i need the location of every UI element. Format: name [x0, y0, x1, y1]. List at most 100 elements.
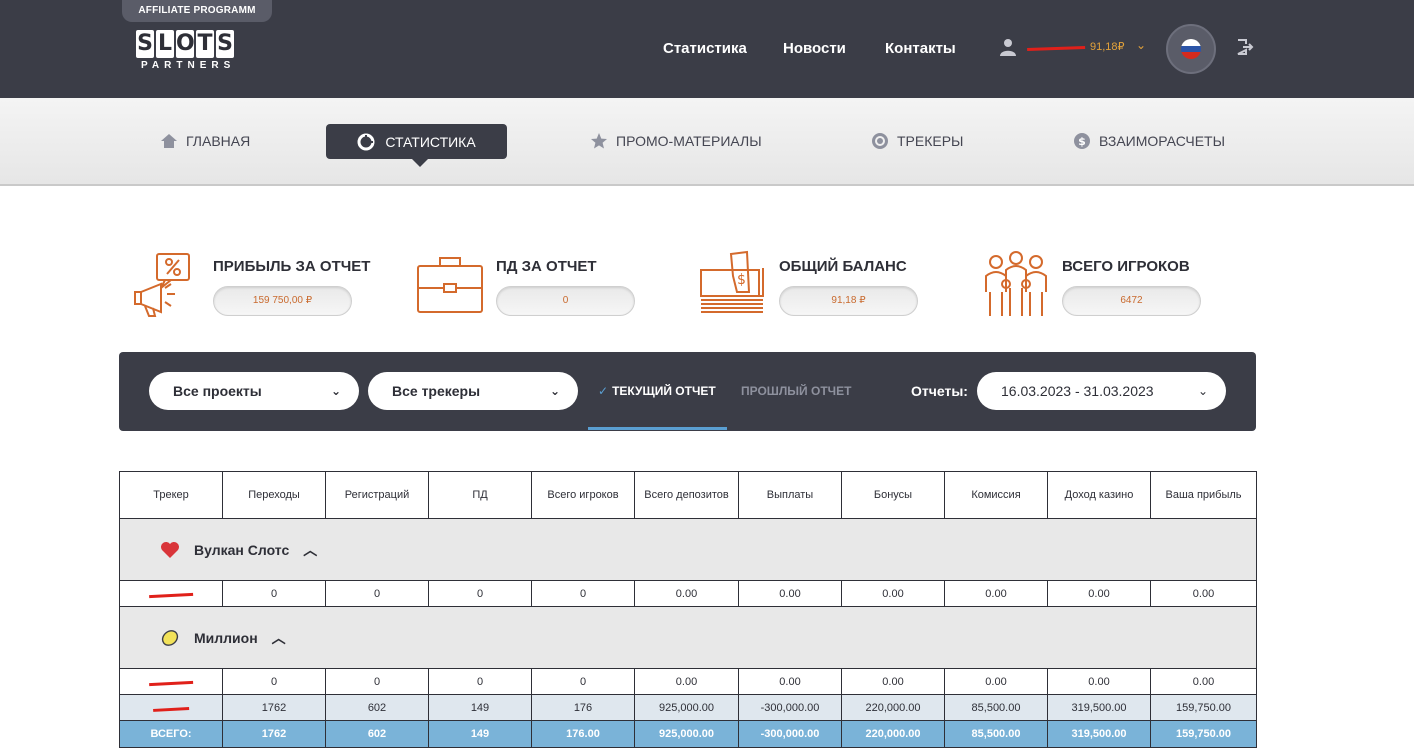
group-row[interactable]: Вулкан Слотс ︿ — [119, 518, 1257, 581]
column-header: Доход казино — [1047, 471, 1151, 519]
user-balance[interactable]: 91,18₽ — [1090, 40, 1125, 53]
total-cell: 1762 — [222, 720, 326, 748]
table-cell: 0.00 — [1150, 580, 1257, 607]
table-cell: 602 — [325, 694, 429, 721]
tab-statistics[interactable]: СТАТИСТИКА — [326, 124, 507, 167]
table-cell: 0 — [531, 580, 635, 607]
top-header: AFFILIATE PROGRAMM S L O T S PARTNERS Ст… — [0, 0, 1414, 98]
table-cell: 85,500.00 — [944, 694, 1048, 721]
total-cell: 176.00 — [531, 720, 635, 748]
card-players-title: ВСЕГО ИГРОКОВ — [1062, 258, 1190, 275]
nav-statistics[interactable]: Статистика — [663, 40, 747, 57]
table-cell: 319,500.00 — [1047, 694, 1151, 721]
total-cell: 925,000.00 — [634, 720, 739, 748]
table-cell: 0.00 — [634, 668, 739, 695]
group-cell[interactable]: Миллион ︿ — [119, 606, 1257, 669]
stats-table: Трекер Переходы Регистраций ПД Всего игр… — [119, 471, 1257, 748]
total-cell: -300,000.00 — [738, 720, 842, 748]
table-row: 0 0 0 0 0.00 0.00 0.00 0.00 0.00 0.00 — [119, 580, 1257, 607]
card-balance-value: 91,18 ₽ — [779, 286, 918, 316]
group-name: Вулкан Слотс — [194, 541, 290, 558]
table-cell: 0 — [325, 580, 429, 607]
check-icon: ✓ — [598, 384, 609, 398]
logo-subtitle: PARTNERS — [141, 60, 236, 71]
trackers-select[interactable]: Все трекеры ⌄ — [368, 372, 578, 410]
russia-flag-icon — [1181, 39, 1201, 59]
total-cell: 319,500.00 — [1047, 720, 1151, 748]
affiliate-tab[interactable]: AFFILIATE PROGRAMM — [122, 0, 272, 22]
svg-text:$: $ — [1078, 135, 1086, 148]
chevron-down-icon: ⌄ — [549, 384, 560, 398]
table-header-row: Трекер Переходы Регистраций ПД Всего игр… — [119, 471, 1257, 519]
date-range-select[interactable]: 16.03.2023 - 31.03.2023 ⌄ — [977, 372, 1226, 410]
chevron-up-icon[interactable]: ︿ — [303, 540, 317, 560]
nav-contacts[interactable]: Контакты — [885, 40, 956, 57]
table-cell: 0 — [428, 580, 532, 607]
group-row[interactable]: Миллион ︿ — [119, 606, 1257, 669]
logo[interactable]: S L O T S PARTNERS — [136, 30, 258, 80]
section-nav: ГЛАВНАЯ СТАТИСТИКА ПРОМО-МАТЕРИАЛЫ ТРЕКЕ… — [0, 98, 1414, 186]
card-deposits-title: ПД ЗА ОТЧЕТ — [496, 258, 597, 275]
projects-select-value: Все проекты — [173, 383, 262, 399]
total-cell: 159,750.00 — [1150, 720, 1257, 748]
column-header: Трекер — [119, 471, 223, 519]
table-cell: 0.00 — [634, 580, 739, 607]
group-name: Миллион — [194, 629, 258, 646]
target-icon — [872, 133, 888, 149]
table-cell: 159,750.00 — [1150, 694, 1257, 721]
column-header: Комиссия — [944, 471, 1048, 519]
tracker-name-redacted[interactable] — [119, 580, 223, 607]
dollar-coin-icon: $ — [1074, 133, 1090, 149]
tab-trackers[interactable]: ТРЕКЕРЫ — [871, 132, 963, 150]
total-row: ВСЕГО: 1762 602 149 176.00 925,000.00 -3… — [119, 720, 1257, 748]
column-header: Переходы — [222, 471, 326, 519]
language-switcher[interactable] — [1166, 24, 1216, 74]
tracker-name-redacted[interactable] — [119, 668, 223, 695]
chevron-down-icon[interactable]: ⌄ — [1136, 38, 1146, 52]
logo-letter: L — [156, 30, 174, 58]
tab-home-label: ГЛАВНАЯ — [186, 133, 251, 149]
tab-settlements[interactable]: $ ВЗАИМОРАСЧЕТЫ — [1073, 132, 1225, 150]
svg-text:$: $ — [737, 272, 746, 288]
table-cell: 0 — [531, 668, 635, 695]
table-cell: 176 — [531, 694, 635, 721]
logout-icon[interactable] — [1236, 38, 1254, 56]
card-deposits-value: 0 — [496, 286, 635, 316]
user-name-redacted[interactable] — [1026, 38, 1086, 52]
logo-letter: S — [136, 30, 154, 58]
tab-current-report[interactable]: ✓ ТЕКУЩИЙ ОТЧЕТ — [588, 372, 716, 410]
table-cell: 0.00 — [944, 668, 1048, 695]
logo-letters: S L O T S — [136, 30, 258, 58]
tab-settlements-label: ВЗАИМОРАСЧЕТЫ — [1099, 133, 1225, 149]
column-header: ПД — [428, 471, 532, 519]
user-icon[interactable] — [1000, 38, 1016, 56]
filter-bar: Все проекты ⌄ Все трекеры ⌄ ✓ ТЕКУЩИЙ ОТЧ… — [119, 352, 1256, 431]
nav-news[interactable]: Новости — [783, 40, 846, 57]
column-header: Регистраций — [325, 471, 429, 519]
card-profit-value: 159 750,00 ₽ — [213, 286, 352, 316]
card-players-value: 6472 — [1062, 286, 1201, 316]
briefcase-icon — [417, 257, 483, 313]
column-header: Выплаты — [738, 471, 842, 519]
reports-label: Отчеты: — [911, 383, 968, 399]
projects-select[interactable]: Все проекты ⌄ — [149, 372, 359, 410]
tab-current-report-label: ТЕКУЩИЙ ОТЧЕТ — [612, 384, 716, 398]
tab-promo[interactable]: ПРОМО-МАТЕРИАЛЫ — [590, 132, 762, 150]
table-cell: 1762 — [222, 694, 326, 721]
home-icon — [161, 134, 177, 148]
tab-promo-label: ПРОМО-МАТЕРИАЛЫ — [616, 133, 762, 149]
tab-home[interactable]: ГЛАВНАЯ — [160, 132, 250, 150]
star-icon — [591, 133, 607, 149]
logo-letter: S — [216, 30, 234, 58]
group-cell[interactable]: Вулкан Слотс ︿ — [119, 518, 1257, 581]
chevron-down-icon: ⌄ — [330, 384, 341, 398]
tab-previous-report[interactable]: ПРОШЛЫЙ ОТЧЕТ — [741, 372, 851, 410]
megaphone-percent-icon — [134, 253, 190, 317]
chevron-up-icon[interactable]: ︿ — [272, 628, 286, 648]
date-range-value: 16.03.2023 - 31.03.2023 — [1001, 383, 1154, 399]
table-cell: 0.00 — [944, 580, 1048, 607]
column-header: Всего депозитов — [634, 471, 739, 519]
table-cell: 0 — [222, 668, 326, 695]
table-cell: 0.00 — [1150, 668, 1257, 695]
tracker-name-redacted[interactable] — [119, 694, 223, 721]
